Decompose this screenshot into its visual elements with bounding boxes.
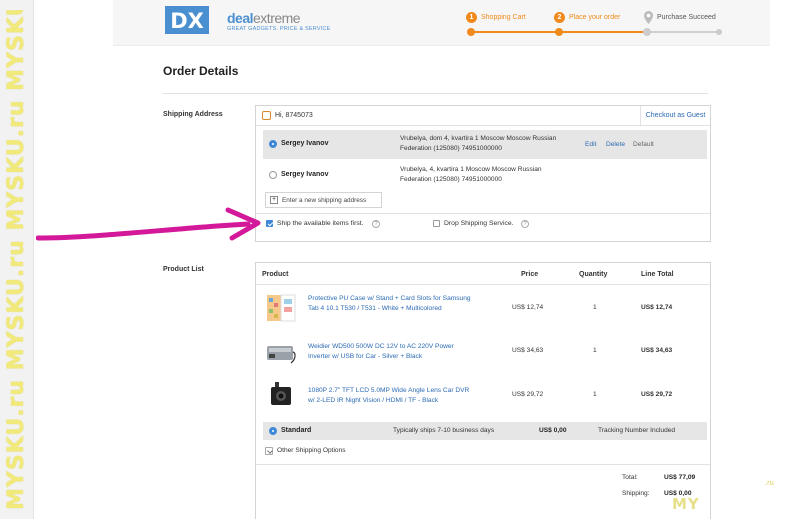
corner-watermark: MY — [672, 495, 700, 513]
page-title: Order Details — [163, 64, 239, 78]
ship-available-checkbox[interactable] — [266, 220, 273, 227]
product-row: Protective PU Case w/ Stand + Card Slots… — [256, 287, 710, 331]
plus-icon: + — [270, 196, 278, 204]
product-name-link[interactable]: 1080P 2.7" TFT LCD 5.0MP Wide Angle Lens… — [308, 386, 476, 405]
step-dot-3 — [643, 28, 651, 36]
header-quantity: Quantity — [579, 271, 608, 278]
shipping-method-eta: Typically ships 7-10 business days — [393, 427, 495, 434]
shipping-address-box: Hi, 8745073 Checkout as Guest Sergey Iva… — [255, 105, 711, 242]
step-label-place-order: Place your order — [569, 14, 621, 21]
shipping-method-radio[interactable] — [269, 427, 277, 435]
total-label: Total: — [622, 474, 638, 481]
step-badge-1: 1 — [466, 12, 477, 23]
step-dot-end — [716, 29, 722, 35]
product-quantity: 1 — [593, 304, 597, 311]
brand-tagline: GREAT GADGETS. PRICE & SERVICE — [227, 26, 331, 32]
step-dot-2 — [555, 28, 563, 36]
divider — [163, 93, 708, 94]
step-label-shopping-cart[interactable]: Shopping Cart — [481, 14, 526, 21]
divider — [256, 464, 710, 465]
product-quantity: 1 — [593, 347, 597, 354]
chevron-down-icon — [265, 447, 273, 455]
shipping-method-tracking: Tracking Number Included — [598, 427, 676, 434]
product-list-box: Product Price Quantity Line Total Protec… — [255, 262, 711, 519]
drop-shipping-checkbox[interactable] — [433, 220, 440, 227]
default-label: Default — [633, 141, 654, 148]
delete-address-link[interactable]: Delete — [606, 141, 625, 148]
help-icon[interactable]: ? — [521, 220, 529, 228]
new-shipping-address-button[interactable]: + Enter a new shipping address — [265, 192, 382, 208]
address-radio-selected[interactable] — [269, 140, 277, 148]
product-row: Weidier WD500 500W DC 12V to AC 220V Pow… — [256, 331, 710, 375]
car-dvr-thumbnail[interactable] — [265, 381, 297, 411]
ship-available-label: Ship the available items first. — [277, 220, 364, 227]
product-line-total: US$ 29,72 — [641, 391, 673, 398]
watermark-text: MYSKU.ru MYSKU.ru MYSKU.ru MYSKU.ru MYSK… — [4, 10, 29, 510]
greeting-row: Hi, 8745073 Checkout as Guest — [256, 106, 710, 126]
product-line-total: US$ 34,63 — [641, 347, 673, 354]
logo-letters: DX — [170, 9, 204, 33]
address-option[interactable]: Sergey Ivanov Vrubelya, 4, kvartira 1 Mo… — [263, 161, 707, 190]
address-name: Sergey Ivanov — [281, 171, 329, 178]
watermark-band: MYSKU.ru MYSKU.ru MYSKU.ru MYSKU.ru MYSK… — [0, 0, 34, 519]
product-row: 1080P 2.7" TFT LCD 5.0MP Wide Angle Lens… — [256, 375, 710, 419]
checkout-as-guest-link[interactable]: Checkout as Guest — [640, 106, 710, 125]
product-name-link[interactable]: Weidier WD500 500W DC 12V to AC 220V Pow… — [308, 342, 476, 361]
tablet-case-thumbnail[interactable] — [265, 293, 297, 323]
other-shipping-options-label: Other Shipping Options — [277, 447, 346, 454]
product-list-label: Product List — [163, 266, 204, 273]
shipping-method-name: Standard — [281, 427, 312, 434]
address-text: Vrubelya, dom 4, kvartira 1 Moscow Mosco… — [400, 135, 557, 152]
power-inverter-thumbnail[interactable] — [265, 337, 297, 367]
shipping-method-price: US$ 0,00 — [539, 427, 567, 434]
site-header: DX dealextreme GREAT GADGETS. PRICE & SE… — [113, 0, 770, 46]
header-product: Product — [262, 271, 289, 278]
annotation-arrow-icon — [36, 207, 261, 241]
step-line-pending — [647, 31, 722, 33]
other-shipping-options-toggle[interactable]: Other Shipping Options — [265, 446, 375, 458]
checkout-steps: 1 Shopping Cart 2 Place your order Purch… — [462, 8, 722, 38]
product-quantity: 1 — [593, 391, 597, 398]
address-name: Sergey Ivanov — [281, 140, 329, 147]
product-line-total: US$ 12,74 — [641, 304, 673, 311]
address-option[interactable]: Sergey Ivanov Vrubelya, dom 4, kvartira … — [263, 130, 707, 159]
product-price: US$ 29,72 — [512, 391, 544, 398]
product-table-header: Product Price Quantity Line Total — [256, 263, 710, 285]
address-radio[interactable] — [269, 171, 277, 179]
edit-address-link[interactable]: Edit — [585, 141, 596, 148]
product-price: US$ 12,74 — [512, 304, 544, 311]
user-icon — [262, 111, 271, 120]
drop-shipping-label: Drop Shipping Service. — [444, 220, 514, 227]
shipping-address-label: Shipping Address — [163, 111, 223, 118]
divider — [256, 213, 710, 214]
step-badge-2: 2 — [554, 12, 565, 23]
dx-logo-icon[interactable]: DX — [165, 6, 209, 34]
address-text: Vrubelya, 4, kvartira 1 Moscow Moscow Ru… — [400, 166, 542, 183]
help-icon[interactable]: ? — [372, 220, 380, 228]
step-line-done — [471, 31, 559, 33]
product-name-link[interactable]: Protective PU Case w/ Stand + Card Slots… — [308, 294, 476, 313]
shipping-total-label: Shipping: — [622, 490, 650, 497]
greeting-text: Hi, 8745073 — [275, 112, 313, 119]
brand-name: dealextreme — [227, 10, 301, 26]
total-value: US$ 77,09 — [664, 474, 696, 481]
step-label-purchase-succeed: Purchase Succeed — [657, 14, 716, 21]
shipping-method-row[interactable]: Standard Typically ships 7-10 business d… — [263, 422, 707, 440]
step-dot-1 — [467, 28, 475, 36]
corner-watermark-suffix: .ru — [765, 480, 774, 487]
product-price: US$ 34,63 — [512, 347, 544, 354]
location-pin-icon — [644, 11, 653, 24]
new-address-label: Enter a new shipping address — [282, 197, 367, 204]
header-price: Price — [521, 271, 539, 278]
header-line-total: Line Total — [641, 271, 674, 278]
step-line-done — [559, 31, 647, 33]
